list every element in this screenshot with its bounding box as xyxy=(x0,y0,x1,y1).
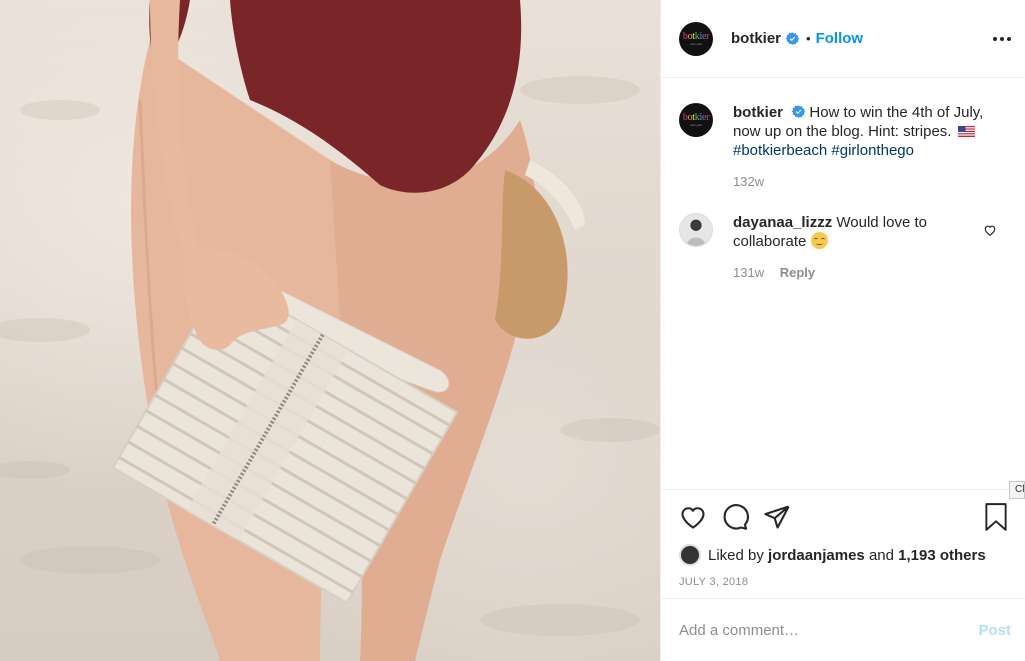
comment-composer: Post xyxy=(661,598,1025,661)
comment-meta: 131w Reply xyxy=(733,263,963,282)
verified-badge-icon xyxy=(792,105,806,118)
like-heart-icon[interactable] xyxy=(679,503,707,531)
comment-age[interactable]: 131w xyxy=(733,265,764,280)
share-paper-plane-icon[interactable] xyxy=(763,503,791,531)
post-actions: Liked by jordaanjames and 1,193 others J… xyxy=(661,489,1025,599)
save-bookmark-icon[interactable] xyxy=(983,502,1009,532)
likes-count-link[interactable]: 1,193 others xyxy=(898,547,986,564)
comment-username[interactable]: dayanaa_lizzz xyxy=(733,214,832,231)
post-date[interactable]: JULY 3, 2018 xyxy=(679,576,1009,588)
comment-like-heart-icon[interactable] xyxy=(983,223,997,237)
tooltip-fragment: Cl xyxy=(1009,481,1025,499)
action-icons xyxy=(679,502,1009,532)
comments-section: botkier new york botkier How to win the … xyxy=(661,79,1025,489)
commenter-photo xyxy=(686,219,706,246)
post-detail-panel: botkier new york botkier • Follow botkie… xyxy=(660,0,1025,661)
likes-summary: Liked by jordaanjames and 1,193 others xyxy=(679,544,1009,566)
caption-age[interactable]: 132w xyxy=(733,174,764,189)
post-comment-button[interactable]: Post xyxy=(978,622,1011,639)
post-image[interactable] xyxy=(0,0,660,661)
comment-input[interactable] xyxy=(679,621,979,639)
commenter-avatar[interactable] xyxy=(679,213,713,247)
caption: botkier new york botkier How to win the … xyxy=(679,103,1007,191)
author-username[interactable]: botkier xyxy=(731,30,781,47)
brand-logo: botkier xyxy=(682,30,710,42)
hashtag-link[interactable]: #botkierbeach xyxy=(733,142,827,159)
relieved-face-emoji-icon xyxy=(810,232,828,249)
liked-by-joiner: and xyxy=(868,546,894,564)
author-avatar[interactable]: botkier new york xyxy=(679,21,713,56)
brand-logo-sub: new york xyxy=(689,123,702,127)
beach-photo xyxy=(0,0,660,661)
liked-by-prefix: Liked by xyxy=(708,546,764,564)
more-options-icon[interactable] xyxy=(993,30,1011,48)
reply-button[interactable]: Reply xyxy=(780,265,815,280)
hashtag-link[interactable]: #girlonthego xyxy=(831,142,914,159)
liker-avatar[interactable] xyxy=(679,544,701,566)
brand-logo-sub: new york xyxy=(689,41,702,46)
separator-dot: • xyxy=(806,31,811,46)
brand-logo: botkier xyxy=(682,112,710,123)
caption-username[interactable]: botkier xyxy=(733,104,783,121)
verified-badge-icon xyxy=(786,32,800,45)
caption-avatar[interactable]: botkier new york xyxy=(679,103,713,137)
comment-bubble-icon[interactable] xyxy=(721,503,749,531)
follow-button[interactable]: Follow xyxy=(816,30,864,47)
liker-username[interactable]: jordaanjames xyxy=(768,547,865,564)
us-flag-emoji-icon xyxy=(957,126,975,137)
caption-meta: 132w xyxy=(733,172,1003,191)
post-header: botkier new york botkier • Follow xyxy=(661,0,1025,78)
comment-item: dayanaa_lizzz Would love to collaborate … xyxy=(679,213,1007,282)
